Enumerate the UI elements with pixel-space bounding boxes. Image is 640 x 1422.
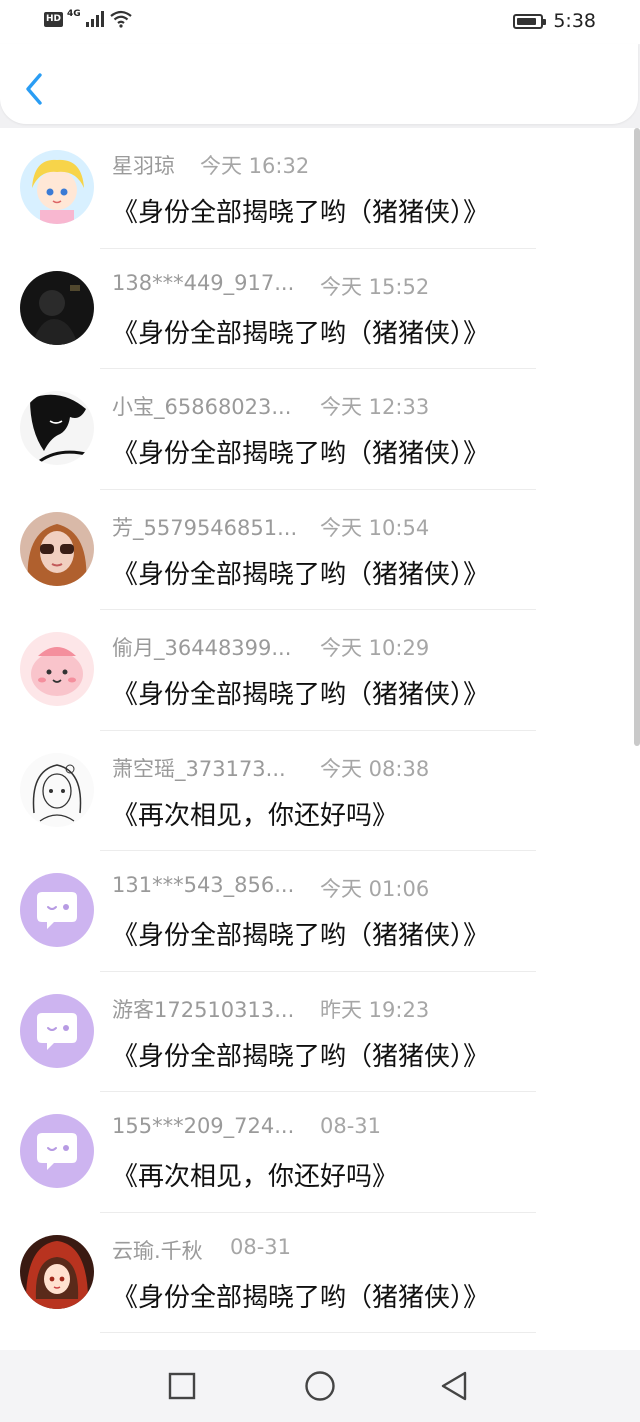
avatar[interactable] (20, 511, 94, 586)
list-item[interactable]: 小宝_65868023... 今天 12:33 《身份全部揭晓了哟（猪猪侠）》 (0, 369, 640, 490)
recents-button[interactable] (164, 1368, 200, 1404)
message-text: 《身份全部揭晓了哟（猪猪侠）》 (112, 198, 490, 228)
list-item[interactable]: 游客172510313... 昨天 19:23 《身份全部揭晓了哟（猪猪侠）》 (0, 972, 640, 1092)
message-text: 《身份全部揭晓了哟（猪猪侠）》 (112, 921, 490, 951)
message-text: 《身份全部揭晓了哟（猪猪侠）》 (112, 559, 490, 590)
message-text: 《再次相见，你还好吗》 (112, 800, 399, 831)
network-type-label: 4G (67, 9, 81, 19)
avatar[interactable] (20, 391, 94, 465)
list-item[interactable]: 偷月_36448399... 今天 10:29 《身份全部揭晓了哟（猪猪侠）》 (0, 610, 640, 731)
status-left: HD 4G (44, 9, 133, 28)
message-text: 《身份全部揭晓了哟（猪猪侠）》 (112, 680, 490, 710)
message-time: 今天 08:38 (320, 756, 430, 781)
message-time: 昨天 19:23 (320, 997, 430, 1022)
divider (100, 1332, 536, 1333)
status-right: 5:38 (513, 10, 596, 32)
message-time: 今天 16:32 (200, 154, 310, 178)
list-item[interactable]: 138***449_917... 今天 15:52 《身份全部揭晓了哟（猪猪侠）… (0, 249, 640, 369)
message-time: 今天 12:33 (320, 395, 430, 419)
message-text: 《身份全部揭晓了哟（猪猪侠）》 (112, 318, 490, 349)
message-time: 今天 15:52 (320, 274, 430, 299)
square-recents-icon (168, 1372, 196, 1400)
list-item[interactable]: 云瑜.千秋 08-31 《身份全部揭晓了哟（猪猪侠）》 (0, 1213, 640, 1333)
sender-name: 偷月_36448399... (112, 636, 292, 660)
avatar[interactable] (20, 752, 94, 827)
list-item[interactable]: 131***543_856... 今天 01:06 《身份全部揭晓了哟（猪猪侠）… (0, 851, 640, 972)
wifi-icon (109, 10, 132, 28)
home-button[interactable] (302, 1368, 338, 1404)
sender-name: 小宝_65868023... (112, 395, 292, 419)
message-time: 08-31 (230, 1234, 292, 1259)
back-button[interactable] (20, 69, 50, 109)
battery-icon (513, 13, 547, 29)
sender-name: 萧空瑶_373173... (112, 756, 286, 781)
message-text: 《身份全部揭晓了哟（猪猪侠）》 (112, 1041, 490, 1072)
hd-badge: HD (44, 11, 64, 27)
message-time: 今天 01:06 (320, 877, 430, 901)
message-text: 《身份全部揭晓了哟（猪猪侠）》 (112, 439, 490, 469)
avatar[interactable] (20, 632, 94, 706)
sender-name: 138***449_917... (112, 270, 295, 295)
avatar[interactable] (20, 1114, 94, 1188)
signal-icon (85, 11, 104, 27)
message-text: 《再次相见，你还好吗》 (112, 1162, 399, 1192)
list-item[interactable]: 155***209_724... 08-31 《再次相见，你还好吗》 (0, 1092, 640, 1213)
sender-name: 游客172510313... (112, 997, 295, 1022)
sender-name: 芳_5579546851... (112, 515, 298, 540)
message-time: 08-31 (320, 1114, 382, 1138)
avatar[interactable] (20, 1234, 94, 1309)
triangle-back-icon (441, 1371, 467, 1401)
sender-name: 155***209_724... (112, 1114, 295, 1138)
back-nav-button[interactable] (437, 1368, 473, 1404)
status-bar: HD 4G 5:38 (0, 0, 640, 44)
list-item[interactable]: 星羽琼 今天 16:32 《身份全部揭晓了哟（猪猪侠）》 (0, 128, 640, 249)
top-header (0, 44, 638, 124)
avatar[interactable] (20, 150, 94, 224)
list-item[interactable]: 芳_5579546851... 今天 10:54 《身份全部揭晓了哟（猪猪侠）》 (0, 490, 640, 610)
message-list[interactable]: 星羽琼 今天 16:32 《身份全部揭晓了哟（猪猪侠）》 138***449_9… (0, 128, 640, 1350)
list-item[interactable]: 萧空瑶_373173... 今天 08:38 《再次相见，你还好吗》 (0, 731, 640, 851)
scrollbar[interactable] (634, 128, 640, 746)
system-nav-bar (0, 1350, 640, 1422)
message-time: 今天 10:29 (320, 636, 430, 660)
message-text: 《身份全部揭晓了哟（猪猪侠）》 (112, 1282, 490, 1313)
clock: 5:38 (553, 10, 596, 32)
sender-name: 131***543_856... (112, 873, 295, 897)
chevron-left-icon (26, 73, 42, 105)
avatar[interactable] (20, 993, 94, 1068)
message-time: 今天 10:54 (320, 515, 430, 540)
avatar[interactable] (20, 270, 94, 345)
circle-home-icon (305, 1371, 335, 1401)
avatar[interactable] (20, 873, 94, 947)
